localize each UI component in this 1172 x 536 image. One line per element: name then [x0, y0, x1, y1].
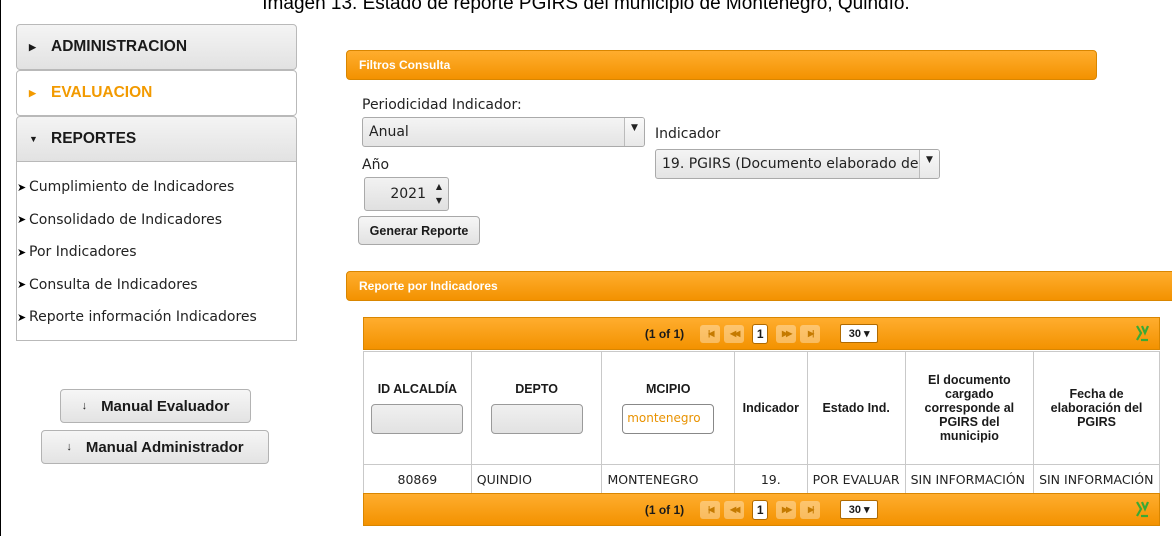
prev-page-icon[interactable]: ◀◀ — [724, 500, 745, 519]
periodicidad-select[interactable]: Anual ▼ — [362, 117, 645, 147]
col-id-alcaldia[interactable]: ID ALCALDÍA — [363, 351, 472, 465]
depto-filter[interactable] — [490, 404, 583, 434]
column-header: Estado Ind. — [822, 401, 890, 415]
excel-export-icon[interactable] — [1135, 500, 1149, 518]
page-number[interactable]: 1 — [752, 499, 769, 520]
dropdown-caret-icon: ▼ — [624, 118, 644, 146]
rows-per-page-value: 30 — [848, 503, 861, 516]
reportes-menu: ➤ Cumplimiento de Indicadores ➤ Consolid… — [16, 162, 297, 341]
paginator-bottom: (1 of 1) |◀ ◀◀ 1 ▶▶ ▶| 30 ▾ — [363, 493, 1160, 526]
cell-mcipio: MONTENEGRO — [601, 464, 735, 495]
cell-estado: POR EVALUAR — [806, 464, 906, 495]
page-info: (1 of 1) — [644, 326, 685, 341]
caret-right-icon: ▶ — [29, 41, 36, 52]
mcipio-filter[interactable]: montenegro — [622, 404, 715, 434]
prev-page-icon[interactable]: ◀◀ — [724, 324, 745, 343]
indicador-label: Indicador — [655, 126, 721, 142]
section-evaluacion[interactable]: ▶ EVALUACION — [16, 70, 297, 116]
section-reportes[interactable]: ▼ REPORTES — [16, 116, 297, 162]
last-page-icon[interactable]: ▶| — [800, 500, 821, 519]
indicador-select[interactable]: 19. PGIRS (Documento elaborado de ad ▼ — [655, 149, 940, 179]
id-alcaldia-filter[interactable] — [371, 404, 464, 434]
download-arrow-icon: ↓ — [66, 441, 72, 453]
menu-item-por-indicadores[interactable]: ➤ Por Indicadores — [17, 236, 296, 269]
next-page-icon[interactable]: ▶▶ — [776, 500, 797, 519]
figure-caption: Imagen 13. Estado de reporte PGIRS del m… — [262, 0, 910, 14]
select-value: Anual — [369, 124, 409, 140]
download-arrow-icon: ↓ — [81, 400, 88, 412]
bullet-icon: ➤ — [17, 278, 27, 292]
column-header: ID ALCALDÍA — [377, 382, 458, 396]
cell-documento: SIN INFORMACIÓN — [904, 464, 1035, 495]
generar-reporte-button[interactable]: Generar Reporte — [358, 216, 480, 245]
section-label: EVALUACION — [51, 84, 153, 101]
paginator-top: (1 of 1) |◀ ◀◀ 1 ▶▶ ▶| 30 ▾ — [363, 317, 1160, 350]
col-documento[interactable]: El documento cargado corresponde al PGIR… — [904, 351, 1035, 465]
report-panel-header[interactable]: Reporte por Indicadores — [346, 271, 1172, 301]
page-info: (1 of 1) — [644, 502, 685, 517]
menu-item-consulta[interactable]: ➤ Consulta de Indicadores — [17, 269, 296, 302]
col-fecha[interactable]: Fecha de elaboración del PGIRS — [1033, 351, 1160, 465]
periodicidad-label: Periodicidad Indicador: — [362, 97, 522, 113]
caret-down-icon: ▼ — [29, 134, 38, 144]
menu-item-reporte-informacion[interactable]: ➤ Reporte información Indicadores — [17, 301, 296, 334]
table-row[interactable]: 80869 QUINDIO MONTENEGRO 19. POR EVALUAR… — [363, 464, 1160, 495]
cell-fecha: SIN INFORMACIÓN — [1033, 464, 1160, 495]
menu-item-cumplimiento[interactable]: ➤ Cumplimiento de Indicadores — [17, 171, 296, 204]
spinner-down-icon[interactable]: ▼ — [432, 194, 446, 208]
menu-item-label: Cumplimiento de Indicadores — [29, 179, 235, 196]
manual-administrador-button[interactable]: ↓ Manual Administrador — [41, 430, 269, 464]
bullet-icon: ➤ — [17, 245, 27, 259]
page-number[interactable]: 1 — [752, 323, 769, 344]
spinner-value: 2021 — [390, 186, 426, 202]
menu-item-consolidado[interactable]: ➤ Consolidado de Indicadores — [17, 204, 296, 237]
col-indicador[interactable]: Indicador — [733, 351, 808, 465]
spinner-up-icon[interactable]: ▲ — [432, 180, 446, 194]
column-header: El documento cargado corresponde al PGIR… — [924, 373, 1015, 443]
bullet-icon: ➤ — [17, 213, 27, 227]
button-label: Manual Evaluador — [101, 397, 230, 415]
cell-indicador: 19. — [733, 464, 808, 495]
cell-id: 80869 — [363, 464, 472, 495]
button-label: Manual Administrador — [85, 438, 244, 456]
section-label: REPORTES — [51, 130, 137, 147]
first-page-icon[interactable]: |◀ — [700, 500, 721, 519]
first-page-icon[interactable]: |◀ — [700, 324, 721, 343]
rows-per-page-select[interactable]: 30 ▾ — [840, 324, 879, 343]
column-header: Fecha de elaboración del PGIRS — [1050, 387, 1143, 429]
menu-item-label: Reporte información Indicadores — [29, 309, 257, 326]
filters-panel-header[interactable]: Filtros Consulta — [346, 50, 1097, 80]
report-table: ID ALCALDÍA DEPTO MCIPIO montenegro Indi… — [363, 351, 1160, 495]
col-mcipio[interactable]: MCIPIO montenegro — [601, 351, 735, 465]
rows-per-page-select[interactable]: 30 ▾ — [840, 500, 879, 519]
menu-item-label: Consolidado de Indicadores — [29, 211, 223, 228]
menu-item-label: Consulta de Indicadores — [29, 276, 198, 293]
dropdown-caret-icon: ▼ — [919, 150, 939, 178]
column-header: MCIPIO — [645, 382, 691, 396]
frame-border — [0, 0, 1, 536]
section-administracion[interactable]: ▶ ADMINISTRACION — [16, 24, 297, 70]
anio-label: Año — [362, 157, 390, 173]
manual-evaluador-button[interactable]: ↓ Manual Evaluador — [60, 389, 251, 423]
section-label: ADMINISTRACION — [51, 38, 188, 55]
next-page-icon[interactable]: ▶▶ — [776, 324, 797, 343]
panel-title: Filtros Consulta — [359, 58, 451, 72]
column-header: DEPTO — [515, 382, 559, 396]
col-depto[interactable]: DEPTO — [470, 351, 603, 465]
bullet-icon: ➤ — [17, 180, 27, 194]
panel-title: Reporte por Indicadores — [359, 279, 498, 293]
col-estado[interactable]: Estado Ind. — [806, 351, 906, 465]
last-page-icon[interactable]: ▶| — [800, 324, 821, 343]
column-header: Indicador — [742, 401, 799, 415]
rows-per-page-value: 30 — [848, 327, 861, 340]
anio-spinner[interactable]: 2021 ▲ ▼ — [364, 177, 449, 211]
caret-right-icon: ▶ — [29, 87, 36, 98]
select-value: 19. PGIRS (Documento elaborado de ad — [662, 156, 940, 172]
excel-export-icon[interactable] — [1135, 324, 1149, 342]
menu-item-label: Por Indicadores — [29, 244, 137, 261]
cell-depto: QUINDIO — [470, 464, 603, 495]
button-label: Generar Reporte — [369, 223, 469, 238]
bullet-icon: ➤ — [17, 310, 27, 324]
